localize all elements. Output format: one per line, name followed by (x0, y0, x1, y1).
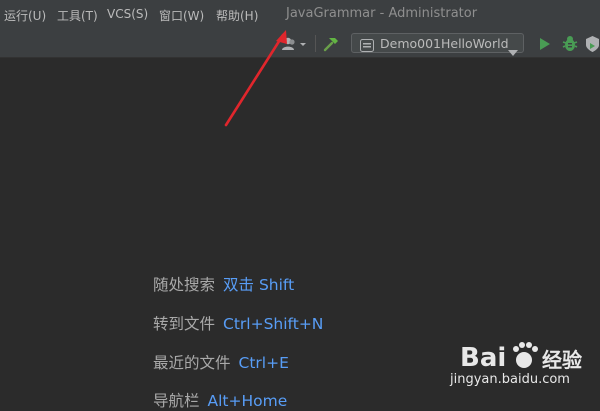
watermark-brand-2: 经验 (542, 348, 582, 372)
baidu-watermark-logo: Bai 经验 (458, 336, 598, 398)
watermark-brand: Bai (460, 343, 506, 373)
watermark-url: jingyan.baidu.com (450, 372, 570, 387)
